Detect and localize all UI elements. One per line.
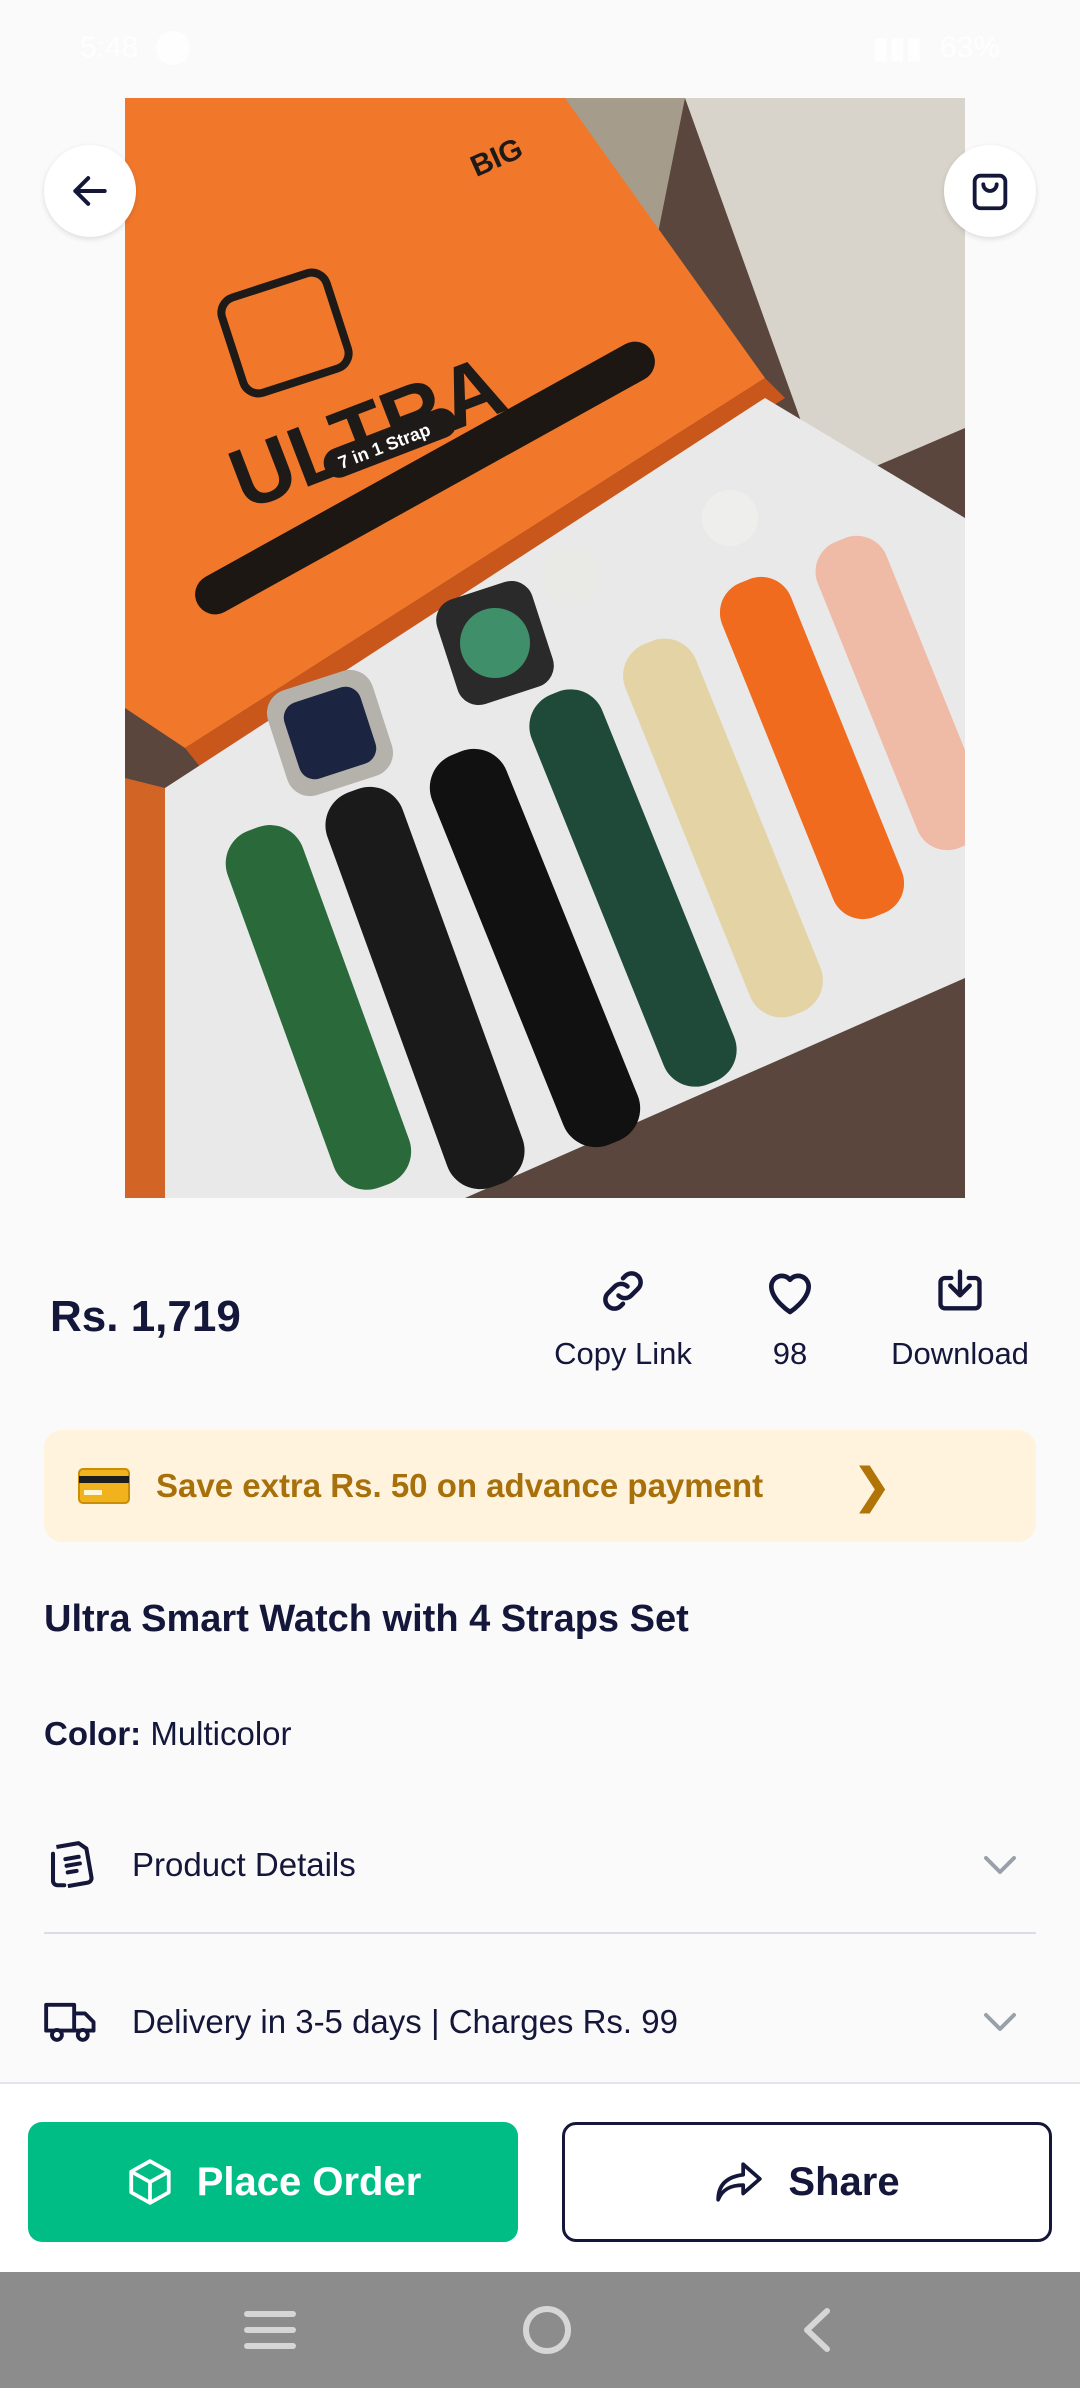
- document-icon: [50, 1841, 94, 1889]
- status-time: 5:48: [80, 31, 139, 64]
- credit-card-icon: [78, 1468, 130, 1504]
- download-button[interactable]: Download: [880, 1262, 1040, 1372]
- advance-payment-banner[interactable]: Save extra Rs. 50 on advance payment ❯: [44, 1430, 1036, 1542]
- signal-icon: ▮▮▮: [872, 31, 922, 65]
- share-label: Share: [788, 2159, 900, 2204]
- like-button[interactable]: 98: [740, 1262, 840, 1372]
- color-label: Color:: [44, 1715, 142, 1752]
- copy-link-label: Copy Link: [554, 1336, 692, 1371]
- system-back-icon[interactable]: [797, 2305, 837, 2355]
- color-row: Color: Multicolor: [44, 1715, 292, 1753]
- shopping-bag-icon: [972, 173, 1008, 211]
- status-bar: 5:48 ▮▮▮ 63%: [0, 0, 1080, 96]
- product-image[interactable]: ULTRA 7 in 1 Strap BIG: [125, 98, 965, 1198]
- product-photo: ULTRA 7 in 1 Strap BIG: [125, 98, 965, 1198]
- home-icon[interactable]: [522, 2305, 572, 2355]
- divider: [44, 1932, 1036, 1934]
- product-details-label: Product Details: [132, 1846, 356, 1883]
- delivery-label: Delivery in 3-5 days | Charges Rs. 99: [132, 2003, 678, 2040]
- share-icon: [716, 2162, 763, 2202]
- link-icon: [603, 1271, 643, 1311]
- back-button[interactable]: [44, 145, 136, 237]
- notification-icon: [156, 31, 191, 65]
- cart-button[interactable]: [944, 145, 1036, 237]
- arrow-left-icon: [73, 176, 107, 206]
- chevron-down-icon: [984, 2013, 1016, 2031]
- system-nav-bar: [0, 2272, 1080, 2388]
- battery-level: 63%: [939, 31, 1000, 64]
- delivery-row[interactable]: Delivery in 3-5 days | Charges Rs. 99: [44, 1967, 1036, 2077]
- product-title: Ultra Smart Watch with 4 Straps Set: [44, 1598, 689, 1640]
- package-icon: [129, 2159, 171, 2205]
- status-left: 5:48: [80, 31, 191, 65]
- status-right: ▮▮▮ 63%: [872, 31, 1000, 66]
- download-label: Download: [891, 1336, 1029, 1371]
- product-details-row[interactable]: Product Details: [44, 1810, 1036, 1920]
- chevron-right-icon: ❯: [851, 1460, 892, 1513]
- product-price: Rs. 1,719: [50, 1292, 241, 1341]
- heart-icon: [769, 1273, 811, 1315]
- chevron-down-icon: [984, 1856, 1016, 1874]
- download-icon: [938, 1269, 982, 1311]
- copy-link-button[interactable]: Copy Link: [548, 1262, 698, 1372]
- place-order-label: Place Order: [196, 2159, 422, 2204]
- bottom-action-bar: Place Order Share: [0, 2082, 1080, 2272]
- like-count: 98: [772, 1336, 808, 1371]
- place-order-button[interactable]: Place Order: [28, 2122, 518, 2242]
- color-value: Multicolor: [150, 1715, 292, 1752]
- recent-apps-icon[interactable]: [243, 2308, 297, 2352]
- truck-icon: [44, 2002, 96, 2042]
- share-button[interactable]: Share: [562, 2122, 1052, 2242]
- promo-text: Save extra Rs. 50 on advance payment: [156, 1467, 764, 1504]
